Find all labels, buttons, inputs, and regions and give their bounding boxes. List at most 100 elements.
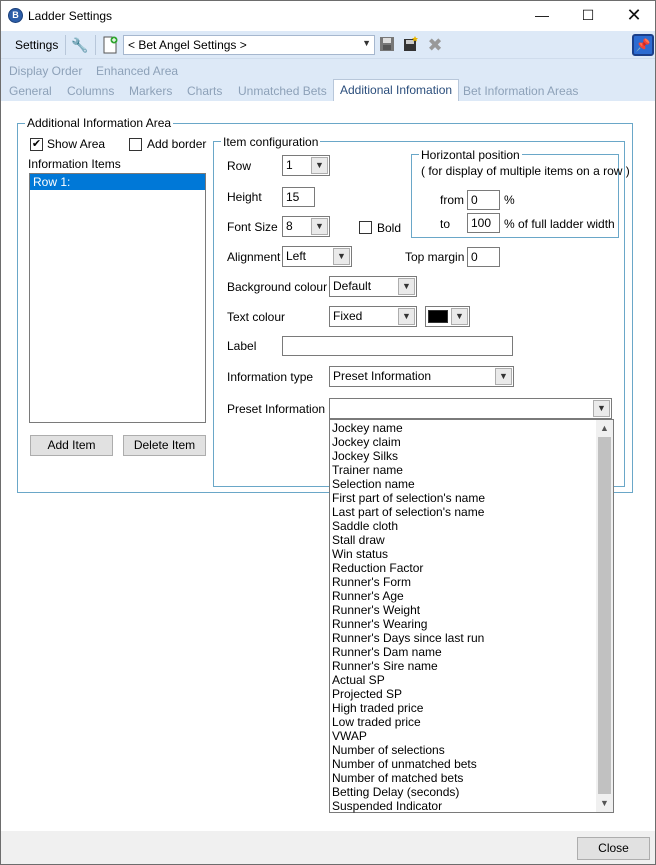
- background-colour-value: Default: [333, 279, 372, 293]
- list-item[interactable]: Actual SP: [332, 673, 613, 687]
- tab-enhanced-area[interactable]: Enhanced Area: [96, 64, 178, 78]
- add-item-button[interactable]: Add Item: [30, 435, 113, 456]
- close-button[interactable]: Close: [577, 837, 650, 860]
- list-item[interactable]: Stall draw: [332, 533, 613, 547]
- background-colour-combo[interactable]: Default ▼: [329, 276, 417, 297]
- preset-information-label: Preset Information: [227, 402, 326, 416]
- pin-icon[interactable]: 📌: [632, 34, 654, 56]
- minimize-icon[interactable]: —: [519, 1, 565, 31]
- scroll-down-icon[interactable]: ▼: [596, 795, 613, 812]
- list-item[interactable]: Runner's Form: [332, 575, 613, 589]
- preset-information-combo[interactable]: ▼: [329, 398, 612, 419]
- settings-profile-combo[interactable]: < Bet Angel Settings > ▼: [123, 35, 375, 55]
- preset-information-dropdown[interactable]: Jockey name Jockey claim Jockey Silks Train…: [329, 419, 614, 813]
- delete-item-button[interactable]: Delete Item: [123, 435, 206, 456]
- list-item[interactable]: Runner's Dam name: [332, 645, 613, 659]
- list-item[interactable]: Reduction Factor: [332, 561, 613, 575]
- list-item[interactable]: Row 1:: [30, 174, 205, 190]
- tab-display-order[interactable]: Display Order: [9, 64, 82, 78]
- text-colour-combo[interactable]: Fixed ▼: [329, 306, 417, 327]
- list-item[interactable]: Number of unmatched bets: [332, 757, 613, 771]
- chevron-down-icon: ▼: [398, 278, 415, 295]
- top-margin-label: Top margin: [405, 250, 465, 264]
- list-item[interactable]: Runner's Weight: [332, 603, 613, 617]
- information-items-list[interactable]: Row 1:: [29, 173, 206, 423]
- scroll-up-icon[interactable]: ▲: [596, 420, 613, 437]
- preset-options-list: Jockey name Jockey claim Jockey Silks Train…: [330, 420, 613, 813]
- from-label: from: [440, 193, 464, 207]
- tab-unmatched-bets[interactable]: Unmatched Bets: [238, 84, 327, 98]
- wrench-icon[interactable]: 🔧: [71, 36, 89, 54]
- save-as-icon[interactable]: [402, 36, 420, 54]
- tab-bet-information-areas[interactable]: Bet Information Areas: [463, 84, 578, 98]
- list-item[interactable]: Jockey Silks: [332, 449, 613, 463]
- height-input[interactable]: 15: [282, 187, 315, 207]
- tab-charts[interactable]: Charts: [187, 84, 222, 98]
- list-item[interactable]: Trainer name: [332, 463, 613, 477]
- list-item[interactable]: Runner's Days since last run: [332, 631, 613, 645]
- ladder-settings-window: B Ladder Settings — ☐ ✕ Settings 🔧 < Bet…: [0, 0, 656, 865]
- horizontal-position-label: Horizontal position: [419, 148, 522, 162]
- chevron-down-icon: ▼: [398, 308, 415, 325]
- new-document-icon[interactable]: [101, 36, 119, 54]
- tab-additional-information[interactable]: Additional Infomation: [333, 79, 460, 101]
- window-title: Ladder Settings: [28, 9, 113, 23]
- list-item[interactable]: Last part of selection's name: [332, 505, 613, 519]
- add-border-checkbox[interactable]: [129, 138, 142, 151]
- horizontal-position-note: ( for display of multiple items on a row…: [421, 164, 630, 178]
- list-item[interactable]: Suspended Indicator: [332, 799, 613, 813]
- list-item[interactable]: Jockey claim: [332, 435, 613, 449]
- list-item[interactable]: Low traded price: [332, 715, 613, 729]
- list-item[interactable]: Saddle cloth: [332, 519, 613, 533]
- list-item[interactable]: Selection name: [332, 477, 613, 491]
- tab-strip: Display Order Enhanced Area General Colu…: [1, 59, 655, 101]
- tab-general[interactable]: General: [9, 84, 52, 98]
- alignment-value: Left: [286, 249, 307, 263]
- top-margin-input[interactable]: 0: [467, 247, 500, 267]
- footer: Close: [1, 831, 655, 864]
- list-item[interactable]: Projected SP: [332, 687, 613, 701]
- row-combo[interactable]: 1 ▼: [282, 155, 330, 176]
- show-area-checkbox[interactable]: ✔: [30, 138, 43, 151]
- chevron-down-icon: ▼: [451, 308, 468, 325]
- close-icon[interactable]: ✕: [611, 1, 656, 31]
- tab-markers[interactable]: Markers: [129, 84, 172, 98]
- list-item[interactable]: Runner's Wearing: [332, 617, 613, 631]
- to-input[interactable]: 100: [467, 213, 500, 233]
- delete-icon[interactable]: ✖: [426, 36, 444, 54]
- tab-columns[interactable]: Columns: [67, 84, 114, 98]
- list-item[interactable]: VWAP: [332, 729, 613, 743]
- list-item[interactable]: Number of matched bets: [332, 771, 613, 785]
- save-icon[interactable]: [378, 36, 396, 54]
- chevron-down-icon: ▼: [593, 400, 610, 417]
- from-input[interactable]: 0: [467, 190, 500, 210]
- font-size-value: 8: [286, 219, 293, 233]
- text-colour-value: Fixed: [333, 309, 363, 323]
- scroll-thumb[interactable]: [598, 437, 611, 794]
- list-item[interactable]: Number of selections: [332, 743, 613, 757]
- toolbar-separator: [65, 35, 66, 55]
- font-size-combo[interactable]: 8 ▼: [282, 216, 330, 237]
- additional-information-area-label: Additional Information Area: [25, 116, 174, 130]
- list-item[interactable]: High traded price: [332, 701, 613, 715]
- list-item[interactable]: Runner's Age: [332, 589, 613, 603]
- information-type-combo[interactable]: Preset Information ▼: [329, 366, 514, 387]
- bold-checkbox[interactable]: [359, 221, 372, 234]
- list-item[interactable]: First part of selection's name: [332, 491, 613, 505]
- bet-angel-app-icon: B: [8, 8, 23, 23]
- label-label: Label: [227, 339, 257, 353]
- height-label: Height: [227, 190, 262, 204]
- settings-menu[interactable]: Settings: [15, 38, 58, 52]
- maximize-icon[interactable]: ☐: [565, 1, 611, 31]
- chevron-down-icon: ▼: [362, 38, 371, 48]
- font-size-label: Font Size: [227, 220, 278, 234]
- list-item[interactable]: Betting Delay (seconds): [332, 785, 613, 799]
- alignment-combo[interactable]: Left ▼: [282, 246, 352, 267]
- dropdown-scrollbar[interactable]: ▲ ▼: [596, 420, 613, 812]
- text-colour-label: Text colour: [227, 310, 286, 324]
- list-item[interactable]: Jockey name: [332, 421, 613, 435]
- list-item[interactable]: Runner's Sire name: [332, 659, 613, 673]
- list-item[interactable]: Win status: [332, 547, 613, 561]
- row-value: 1: [286, 158, 293, 172]
- label-input[interactable]: [282, 336, 513, 356]
